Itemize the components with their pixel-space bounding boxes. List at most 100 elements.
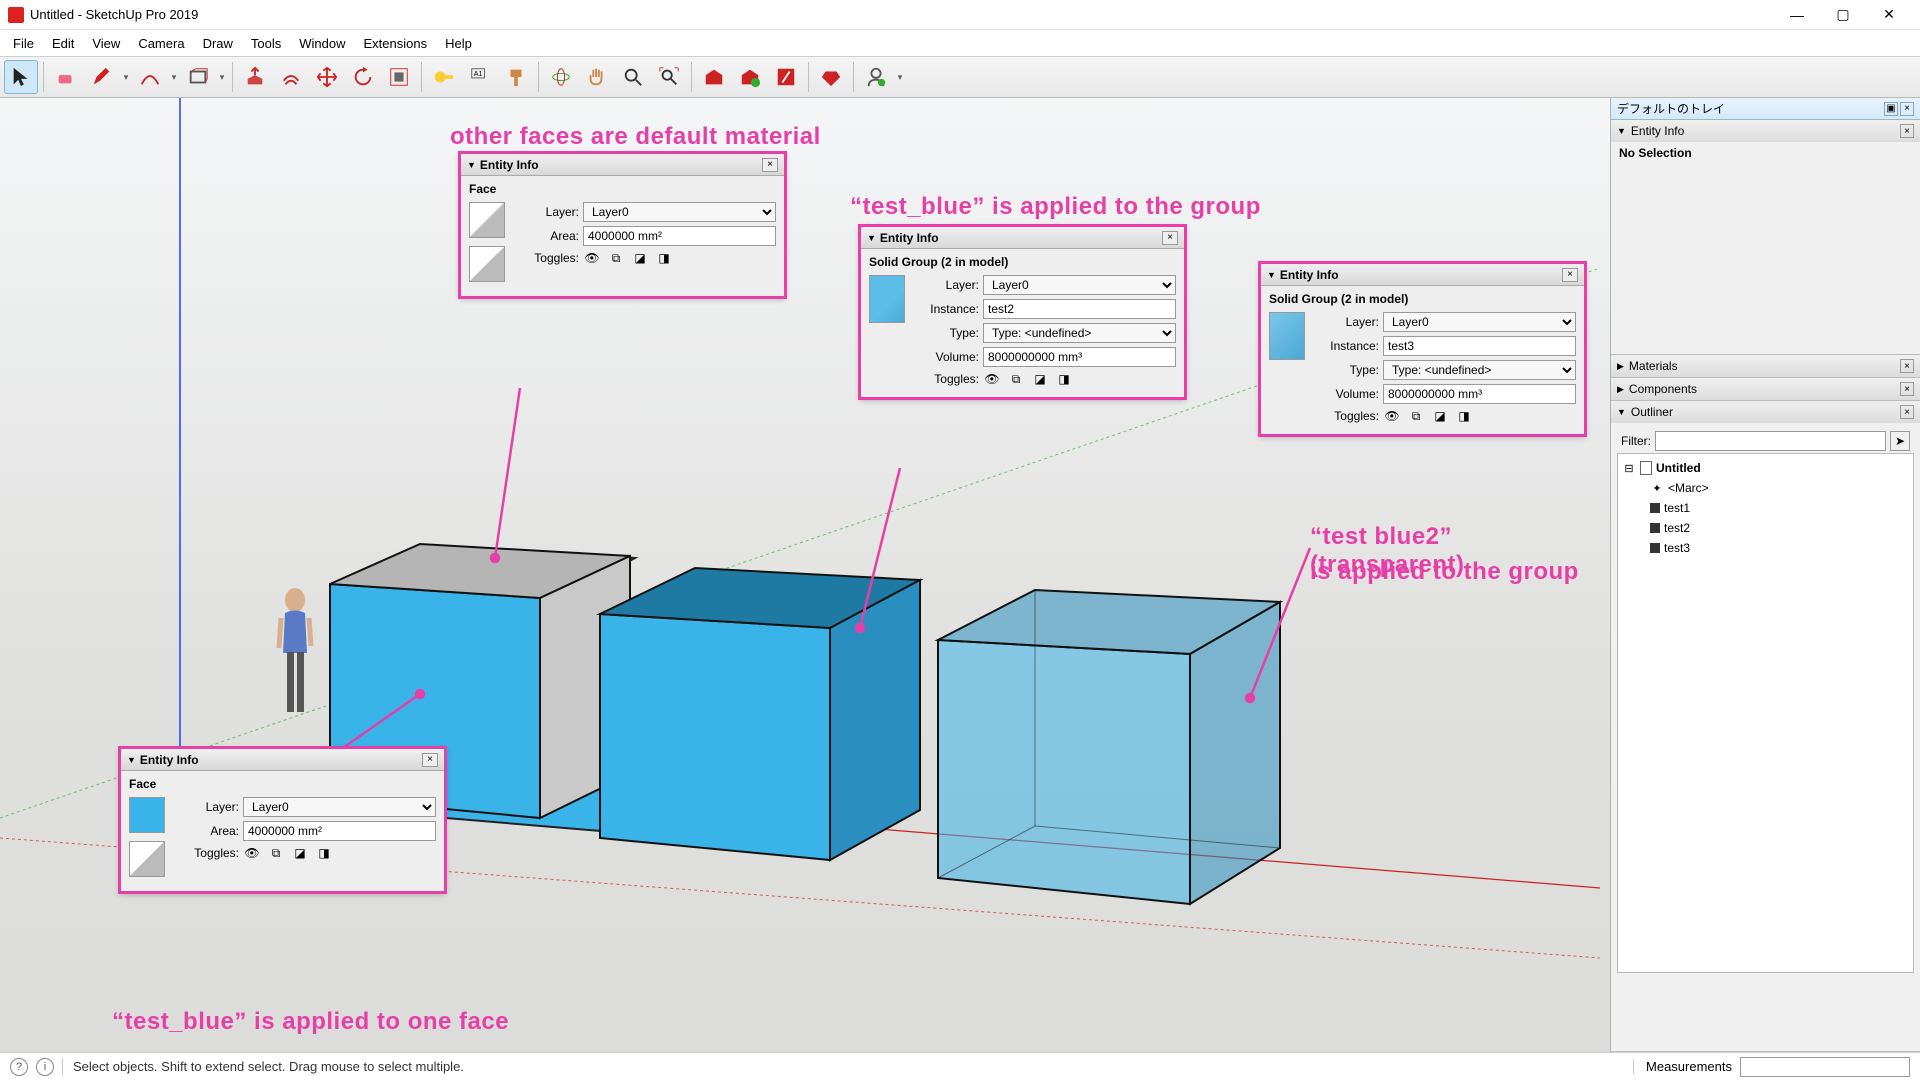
area-field[interactable]: [583, 226, 776, 246]
menu-file[interactable]: File: [4, 33, 43, 54]
lock-toggle-icon[interactable]: ⧉: [1407, 408, 1425, 424]
panel-header[interactable]: ▼ Entity Info ×: [461, 154, 784, 176]
collapse-icon[interactable]: ▼: [127, 755, 136, 765]
orbit-tool[interactable]: [544, 60, 578, 94]
layer-select[interactable]: Layer0: [583, 202, 776, 222]
scale-tool[interactable]: [382, 60, 416, 94]
section-header[interactable]: ▶ Materials ×: [1611, 355, 1920, 377]
collapse-icon[interactable]: ▼: [1617, 126, 1626, 136]
type-select[interactable]: Type: <undefined>: [1383, 360, 1576, 380]
layout-tool[interactable]: [769, 60, 803, 94]
lock-toggle-icon[interactable]: ⧉: [607, 250, 625, 266]
user-tool[interactable]: [859, 60, 893, 94]
rectangle-tool[interactable]: [181, 60, 215, 94]
outliner-item[interactable]: test3: [1622, 538, 1909, 558]
shadow-cast-icon[interactable]: ◪: [631, 250, 649, 266]
close-icon[interactable]: ×: [1900, 124, 1914, 138]
entity-info-panel-face-blue[interactable]: ▼ Entity Info × Face Layer:Layer0 Area: …: [120, 748, 445, 892]
shadow-cast-icon[interactable]: ◪: [1431, 408, 1449, 424]
material-swatch[interactable]: [1269, 312, 1305, 360]
tape-tool[interactable]: [427, 60, 461, 94]
entity-info-panel-group-test2[interactable]: ▼ Entity Info × Solid Group (2 in model)…: [860, 226, 1185, 398]
instance-field[interactable]: [983, 299, 1176, 319]
close-button[interactable]: ✕: [1866, 0, 1912, 30]
collapse-icon[interactable]: ▼: [1617, 407, 1626, 417]
panel-header[interactable]: ▼ Entity Info ×: [121, 749, 444, 771]
outliner-item[interactable]: test1: [1622, 498, 1909, 518]
outliner-item[interactable]: test2: [1622, 518, 1909, 538]
move-tool[interactable]: [310, 60, 344, 94]
layer-select[interactable]: Layer0: [243, 797, 436, 817]
outliner-root[interactable]: ⊟ Untitled: [1622, 458, 1909, 478]
lock-toggle-icon[interactable]: ⧉: [267, 845, 285, 861]
warehouse-tool[interactable]: [697, 60, 731, 94]
extension-warehouse-tool[interactable]: [733, 60, 767, 94]
close-icon[interactable]: ×: [1900, 382, 1914, 396]
front-material-swatch[interactable]: [129, 797, 165, 833]
shadow-cast-icon[interactable]: ◪: [291, 845, 309, 861]
menu-draw[interactable]: Draw: [194, 33, 242, 54]
layer-select[interactable]: Layer0: [983, 275, 1176, 295]
entity-info-panel-face-default[interactable]: ▼ Entity Info × Face Layer:Layer0 Area: …: [460, 153, 785, 297]
menu-tools[interactable]: Tools: [242, 33, 290, 54]
expand-icon[interactable]: ▶: [1617, 361, 1624, 372]
close-icon[interactable]: ×: [1562, 268, 1578, 282]
lock-toggle-icon[interactable]: ⧉: [1007, 371, 1025, 387]
zoom-extents-tool[interactable]: [652, 60, 686, 94]
close-icon[interactable]: ×: [762, 158, 778, 172]
offset-tool[interactable]: [274, 60, 308, 94]
pushpull-tool[interactable]: [238, 60, 272, 94]
back-material-swatch[interactable]: [469, 246, 505, 282]
rectangle-dropdown[interactable]: ▾: [217, 72, 227, 83]
layer-select[interactable]: Layer0: [1383, 312, 1576, 332]
back-material-swatch[interactable]: [129, 841, 165, 877]
volume-field[interactable]: [1383, 384, 1576, 404]
shadow-receive-icon[interactable]: ◨: [1455, 408, 1473, 424]
close-icon[interactable]: ×: [422, 753, 438, 767]
info-icon[interactable]: i: [36, 1058, 54, 1076]
viewport-3d[interactable]: other faces are default material “test_b…: [0, 98, 1610, 1052]
ruby-tool[interactable]: [814, 60, 848, 94]
area-field[interactable]: [243, 821, 436, 841]
front-material-swatch[interactable]: [469, 202, 505, 238]
text-tool[interactable]: A1: [463, 60, 497, 94]
volume-field[interactable]: [983, 347, 1176, 367]
hidden-toggle-icon[interactable]: 👁: [983, 371, 1001, 387]
filter-menu-button[interactable]: ➤: [1890, 431, 1910, 451]
collapse-icon[interactable]: ▼: [467, 160, 476, 170]
type-select[interactable]: Type: <undefined>: [983, 323, 1176, 343]
close-icon[interactable]: ×: [1900, 405, 1914, 419]
close-icon[interactable]: ×: [1162, 231, 1178, 245]
maximize-button[interactable]: ▢: [1820, 0, 1866, 30]
section-header[interactable]: ▼ Outliner ×: [1611, 401, 1920, 423]
arc-dropdown[interactable]: ▾: [169, 72, 179, 83]
menu-view[interactable]: View: [83, 33, 129, 54]
shadow-receive-icon[interactable]: ◨: [315, 845, 333, 861]
arc-tool[interactable]: [133, 60, 167, 94]
shadow-cast-icon[interactable]: ◪: [1031, 371, 1049, 387]
close-icon[interactable]: ×: [1900, 359, 1914, 373]
hidden-toggle-icon[interactable]: 👁: [1383, 408, 1401, 424]
hidden-toggle-icon[interactable]: 👁: [243, 845, 261, 861]
entity-info-panel-group-test3[interactable]: ▼ Entity Info × Solid Group (2 in model)…: [1260, 263, 1585, 435]
minimize-button[interactable]: —: [1774, 0, 1820, 30]
hidden-toggle-icon[interactable]: 👁: [583, 250, 601, 266]
select-tool[interactable]: [4, 60, 38, 94]
instance-field[interactable]: [1383, 336, 1576, 356]
collapse-icon[interactable]: ▼: [867, 233, 876, 243]
shadow-receive-icon[interactable]: ◨: [1055, 371, 1073, 387]
section-header[interactable]: ▶ Components ×: [1611, 378, 1920, 400]
section-header[interactable]: ▼ Entity Info ×: [1611, 120, 1920, 142]
shadow-receive-icon[interactable]: ◨: [655, 250, 673, 266]
paint-tool[interactable]: [499, 60, 533, 94]
menu-camera[interactable]: Camera: [129, 33, 193, 54]
panel-header[interactable]: ▼ Entity Info ×: [861, 227, 1184, 249]
eraser-tool[interactable]: [49, 60, 83, 94]
rotate-tool[interactable]: [346, 60, 380, 94]
filter-input[interactable]: [1655, 431, 1886, 451]
collapse-icon[interactable]: ▼: [1267, 270, 1276, 280]
menu-window[interactable]: Window: [290, 33, 354, 54]
material-swatch[interactable]: [869, 275, 905, 323]
help-icon[interactable]: ?: [10, 1058, 28, 1076]
menu-edit[interactable]: Edit: [43, 33, 83, 54]
